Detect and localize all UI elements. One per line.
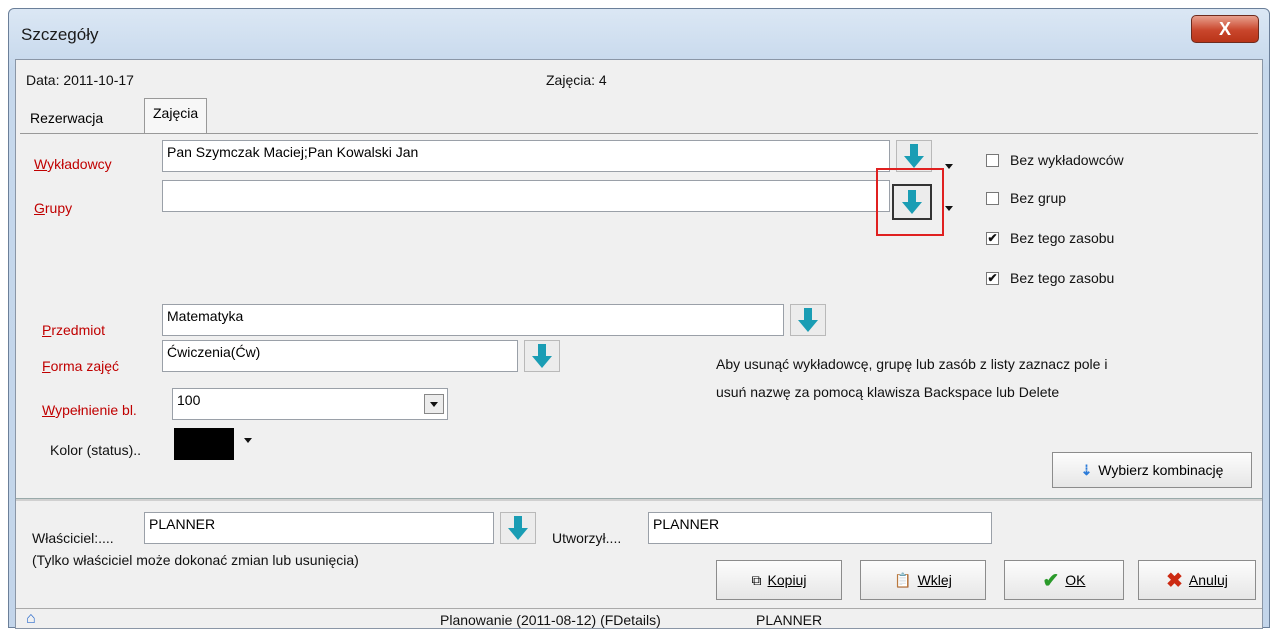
choose-combination-button[interactable]: ⇣ Wybierz kombinację — [1052, 452, 1252, 488]
ok-button[interactable]: ✔ OK — [1004, 560, 1124, 600]
tab-zajecia[interactable]: Zajęcia — [144, 98, 208, 134]
form-type-label: Forma zajęć — [42, 358, 120, 374]
window-title: Szczegóły — [21, 25, 99, 44]
created-by-label: Utworzył.... — [552, 530, 622, 546]
copy-button[interactable]: ⧉ Kopiuj — [716, 560, 842, 600]
hint-line-1: Aby usunąć wykładowcę, grupę lub zasób z… — [716, 356, 1108, 372]
owner-field[interactable]: PLANNER — [144, 512, 494, 544]
no-resource-label-2: Bez tego zasobu — [1010, 270, 1115, 286]
lecturers-label: Wykładowcy — [34, 156, 112, 172]
fill-select-button[interactable] — [424, 394, 444, 414]
groups-field[interactable] — [162, 180, 890, 212]
lessons-label: Zajęcia: 4 — [546, 72, 607, 88]
arrow-down-icon — [904, 144, 924, 168]
subject-dropdown-button[interactable] — [790, 304, 826, 336]
fill-label: Wypełnienie bl. — [42, 402, 137, 418]
no-resource-checkbox-1[interactable]: ✔ — [986, 232, 999, 245]
status-text: Planowanie (2011-08-12) (FDetails) — [440, 612, 661, 628]
copy-label: Kopiuj — [767, 572, 807, 588]
date-label: Data: 2011-10-17 — [26, 72, 134, 88]
form-type-field[interactable]: Ćwiczenia(Ćw) — [162, 340, 518, 372]
copy-icon: ⧉ — [751, 571, 762, 588]
cross-icon: ✖ — [1166, 569, 1183, 592]
subject-field[interactable]: Matematyka — [162, 304, 784, 336]
dialog-window: Szczegóły X Data: 2011-10-17 Zajęcia: 4 … — [8, 8, 1270, 629]
chevron-down-icon[interactable] — [244, 438, 252, 443]
groups-label: Grupy — [34, 200, 73, 216]
no-groups-label: Bez grup — [1010, 190, 1067, 206]
dialog-client: Data: 2011-10-17 Zajęcia: 4 Rezerwacja Z… — [15, 59, 1263, 629]
arrow-down-icon — [902, 190, 922, 214]
check-icon: ✔ — [1042, 569, 1060, 592]
arrow-down-icon — [798, 308, 818, 332]
combination-icon: ⇣ — [1080, 461, 1093, 478]
no-groups-checkbox[interactable] — [986, 192, 999, 205]
house-icon[interactable]: ⌂ — [26, 610, 36, 628]
cancel-label: Anuluj — [1188, 572, 1228, 588]
tab-divider — [20, 133, 1258, 134]
subject-label: Przedmiot — [42, 322, 106, 338]
form-type-dropdown-button[interactable] — [524, 340, 560, 372]
arrow-down-icon — [508, 516, 528, 540]
no-lecturers-checkbox[interactable] — [986, 154, 999, 167]
chevron-down-icon[interactable] — [945, 206, 953, 211]
owner-dropdown-button[interactable] — [500, 512, 536, 544]
arrow-down-icon — [532, 344, 552, 368]
ok-label: OK — [1065, 572, 1086, 588]
color-swatch[interactable] — [174, 428, 234, 460]
chevron-down-icon — [430, 402, 438, 407]
paste-label: Wklej — [917, 572, 952, 588]
section-divider — [16, 498, 1262, 501]
groups-dropdown-button[interactable] — [892, 184, 932, 220]
no-resource-label-1: Bez tego zasobu — [1010, 230, 1115, 246]
cancel-button[interactable]: ✖ Anuluj — [1138, 560, 1256, 600]
paste-icon: 📋 — [894, 571, 912, 588]
created-by-field: PLANNER — [648, 512, 992, 544]
hint-line-2: usuń nazwę za pomocą klawisza Backspace … — [716, 384, 1060, 400]
lecturers-field[interactable]: Pan Szymczak Maciej;Pan Kowalski Jan — [162, 140, 890, 172]
chevron-down-icon[interactable] — [945, 164, 953, 169]
owner-note: (Tylko właściciel może dokonać zmian lub… — [32, 552, 359, 568]
owner-label: Właściciel:.... — [32, 530, 114, 546]
fill-select[interactable]: 100 — [172, 388, 448, 420]
no-lecturers-label: Bez wykładowców — [1010, 152, 1124, 168]
status-user: PLANNER — [756, 612, 823, 628]
paste-button[interactable]: 📋 Wklej — [860, 560, 986, 600]
color-label: Kolor (status).. — [50, 442, 142, 458]
no-resource-checkbox-2[interactable]: ✔ — [986, 272, 999, 285]
choose-combination-label: Wybierz kombinację — [1098, 462, 1224, 478]
tab-rezerwacja[interactable]: Rezerwacja — [22, 104, 111, 134]
close-button[interactable]: X — [1191, 15, 1259, 43]
